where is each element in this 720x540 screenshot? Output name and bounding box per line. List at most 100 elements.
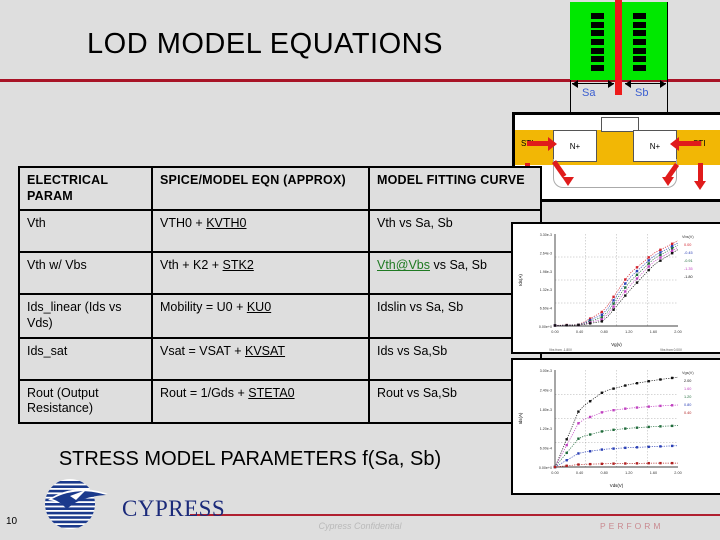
svg-text:0.00: 0.00 [551,330,558,334]
cell-equation: Mobility = U0 + KU0 [151,293,370,339]
svg-text:Vds(V): Vds(V) [610,483,624,488]
cell-param: Vth w/ Vbs [18,251,153,296]
column-header-spice-eqn: SPICE/MODEL EQN (APPROX) [151,165,370,212]
contact-square [591,38,604,45]
cell-param: Ids_sat [18,336,153,381]
contact-square [591,13,604,19]
contact-square [633,47,646,54]
table-header-row: ELECTRICAL PARAM SPICE/MODEL EQN (APPROX… [18,165,542,212]
svg-text:Ids(A): Ids(A) [518,412,523,424]
svg-text:3.00e-3: 3.00e-3 [540,369,552,373]
slide-number: 10 [6,516,18,527]
slide-canvas: LOD MODEL EQUATIONS Sa Sb N+ N+ ELECTRIC… [0,0,720,540]
poly-gate-bar [615,0,622,95]
table-row: Ids_sat Vsat = VSAT + KVSAT Ids vs Sa,Sb [18,336,542,381]
svg-text:-1.35: -1.35 [684,267,693,271]
contact-square [633,21,646,28]
svg-text:2.00: 2.00 [674,330,681,334]
cell-equation: Vth + K2 + STK2 [151,251,370,296]
brand-wordmark: CYPRESS [122,496,226,521]
output-curve-plot: 0.00e+0 6.00e-4 1.20e-3 1.80e-3 2.40e-3 3.00e… [518,369,694,488]
table-row: Rout (Output Resistance) Rout = 1/Gds + … [18,378,542,424]
eqn-prefix: Vsat = VSAT + [160,343,245,358]
svg-text:3.30e-3: 3.30e-3 [540,233,552,237]
contact-column-left [591,13,604,71]
svg-text:1.20: 1.20 [625,330,632,334]
svg-text:6.60e-4: 6.60e-4 [540,307,552,311]
eqn-prefix: Vth + K2 + [160,258,223,273]
stress-arrow-right-diag-head [662,177,674,186]
svg-text:2.00: 2.00 [684,379,691,383]
sa-arrow-left [572,80,578,88]
footer-divider [190,514,720,516]
svg-text:Vbs(V): Vbs(V) [682,235,694,239]
stress-arrow-right-in-head [670,137,679,151]
svg-text:1.98e-3: 1.98e-3 [540,270,552,274]
curve-link[interactable]: Vth@Vbs [377,258,430,272]
stress-arrow-left-diag-head [562,177,574,186]
svg-text:0.80: 0.80 [684,403,691,407]
svg-text:0.80: 0.80 [601,471,608,475]
section-subtitle: STRESS MODEL PARAMETERS f(Sa, Sb) [58,448,442,470]
curve-text: Idslin vs Sa, Sb [377,300,464,315]
stress-arrow-left-in-head [548,137,557,151]
svg-text:1.20: 1.20 [684,395,691,399]
sb-arrow-right [660,80,666,88]
eqn-prefix: Rout = 1/Gds + [160,385,249,400]
svg-text:0.40: 0.40 [684,411,691,415]
cypress-logo: CYPRESS [30,478,225,530]
svg-text:-1.80: -1.80 [684,275,693,279]
confidential-notice: Cypress Confidential [318,521,402,531]
svg-text:1.80e-3: 1.80e-3 [540,408,552,412]
nplus-left-label: N+ [569,141,581,151]
eqn-stress-param: STK2 [222,258,254,273]
contact-square [633,38,646,45]
column-header-fitting-curve: MODEL FITTING CURVE [368,165,542,212]
svg-text:Vbs from 0.00V: Vbs from 0.00V [660,348,683,352]
svg-text:-0.91: -0.91 [684,259,693,263]
eqn-stress-param: KVTH0 [206,216,247,231]
table-row: Ids_linear (Ids vs Vds) Mobility = U0 + … [18,293,542,339]
contact-square [591,30,604,37]
contact-square [591,21,604,28]
svg-text:1.60: 1.60 [684,387,691,391]
cell-equation: Rout = 1/Gds + STETA0 [151,378,370,424]
transfer-curve-chart: 0.00e+0 6.60e-4 1.32e-3 1.98e-3 2.64e-3 3.30e… [511,222,720,354]
output-curve-chart: 0.00e+0 6.00e-4 1.20e-3 1.80e-3 2.40e-3 3.00e… [511,358,720,495]
nplus-left-region: N+ [553,130,597,162]
eqn-stress-param: STETA0 [248,385,295,400]
contact-square [591,47,604,54]
table-row: Vth VTH0 + KVTH0 Vth vs Sa, Sb [18,209,542,254]
sb-label: Sb [635,87,649,99]
contact-square [591,56,604,63]
eqn-prefix: VTH0 + [160,216,207,231]
cell-equation: VTH0 + KVTH0 [151,209,370,254]
curve-text: Ids vs Sa,Sb [377,343,448,358]
svg-text:1.20: 1.20 [625,471,632,475]
eqn-stress-param: KU0 [246,300,272,315]
svg-text:0.00: 0.00 [551,471,558,475]
curve-text: Rout vs Sa,Sb [377,385,457,400]
svg-text:Vgs(V): Vgs(V) [682,371,694,375]
eqn-prefix: Mobility = U0 + [160,300,247,315]
table-row: Vth w/ Vbs Vth + K2 + STK2 Vth@Vbs vs Sa… [18,251,542,296]
column-header-electrical-param: ELECTRICAL PARAM [18,165,153,212]
sb-arrow-left [625,80,631,88]
stress-arrow-right-in-bar [679,141,701,146]
device-cross-section-figure: N+ N+ STI STI [512,112,720,202]
svg-text:6.00e-4: 6.00e-4 [540,447,552,451]
tagline: PERFORM [600,521,664,531]
cell-param: Ids_linear (Ids vs Vds) [18,293,153,339]
parameter-table: ELECTRICAL PARAM SPICE/MODEL EQN (APPROX… [18,165,542,424]
sa-label: Sa [582,87,596,99]
curve-text: vs Sa, Sb [430,258,487,273]
contact-square [633,13,646,19]
stress-arrow-left-in-bar [527,141,549,146]
stress-arrow-right-down-head [694,181,706,190]
cell-param: Rout (Output Resistance) [18,378,153,424]
svg-text:2.00: 2.00 [674,471,681,475]
svg-text:0.00: 0.00 [684,243,691,247]
svg-text:Vg(v): Vg(v) [611,342,622,347]
svg-text:0.00e+0: 0.00e+0 [539,466,552,470]
sa-arrow-right [608,80,614,88]
